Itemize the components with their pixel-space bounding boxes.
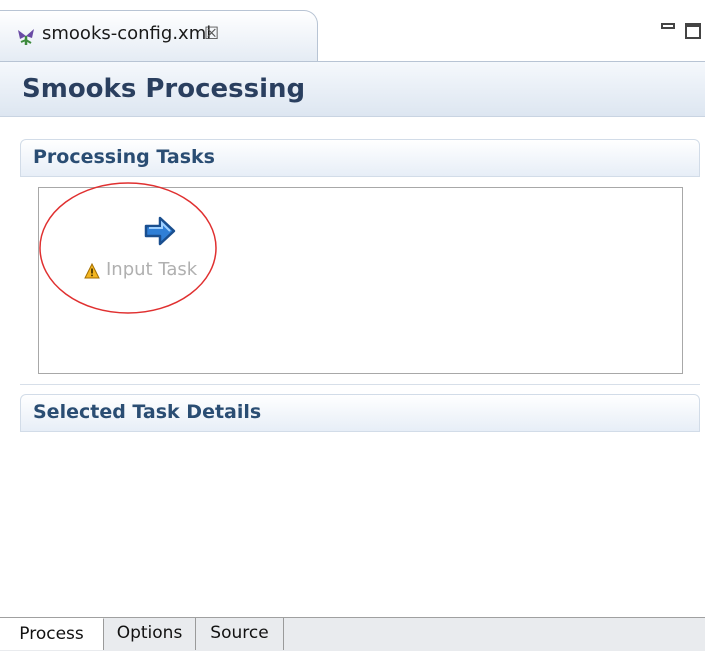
section-selected-task-details[interactable]: Selected Task Details xyxy=(20,394,700,432)
editor: smooks-config.xml ☒ Smooks Processing Pr… xyxy=(0,0,705,651)
editor-tab-smooks-config[interactable]: smooks-config.xml ☒ xyxy=(0,10,318,62)
page-header: Smooks Processing xyxy=(0,62,705,117)
smooks-file-icon xyxy=(18,29,34,45)
tab-options[interactable]: Options xyxy=(104,618,196,650)
annotation-ellipse xyxy=(39,182,217,314)
tab-source[interactable]: Source xyxy=(196,618,284,650)
page-title: Smooks Processing xyxy=(22,74,306,104)
section-title-processing-tasks: Processing Tasks xyxy=(33,146,215,168)
editor-tab-title: smooks-config.xml xyxy=(42,23,212,44)
tab-process[interactable]: Process xyxy=(0,618,104,650)
section-processing-tasks[interactable]: Processing Tasks xyxy=(20,139,700,177)
close-icon[interactable]: ☒ xyxy=(204,24,219,44)
editor-tab-bar: smooks-config.xml ☒ xyxy=(0,0,705,62)
window-controls xyxy=(645,20,705,42)
maximize-icon[interactable] xyxy=(685,23,701,39)
bottom-tab-bar: Process Options Source xyxy=(0,617,705,651)
section-separator xyxy=(20,384,700,385)
section-title-selected-task-details: Selected Task Details xyxy=(33,401,262,423)
minimize-icon[interactable] xyxy=(661,23,675,29)
